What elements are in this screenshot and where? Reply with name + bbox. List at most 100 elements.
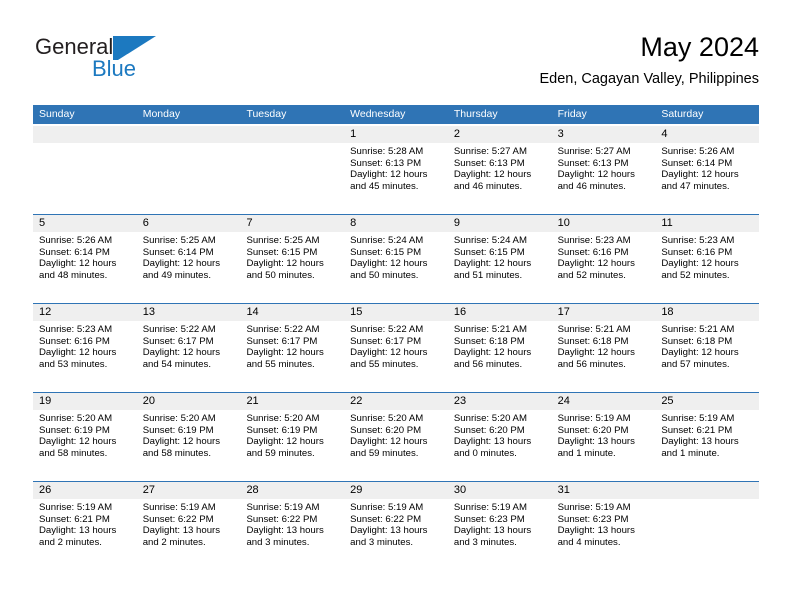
day-cell[interactable]: 25 Sunrise: 5:19 AM Sunset: 6:21 PM Dayl… [655,393,760,481]
daylight-text-line2: and 2 minutes. [39,536,102,548]
day-cell[interactable] [240,126,345,214]
daylight-text-line1: Daylight: 12 hours [350,347,428,359]
sunrise-text: Sunrise: 5:27 AM [557,146,631,157]
daylight-text-line2: and 0 minutes. [453,447,517,459]
day-details: Sunrise: 5:20 AM Sunset: 6:20 PM Dayligh… [344,410,448,459]
day-cell[interactable]: 17 Sunrise: 5:21 AM Sunset: 6:18 PM Dayl… [551,304,656,392]
daylight-text-line1: Daylight: 12 hours [453,169,532,181]
brand-logo[interactable]: General Blue [33,34,233,90]
day-cell[interactable]: 1 Sunrise: 5:28 AM Sunset: 6:13 PM Dayli… [344,126,448,214]
daylight-text-line2: and 52 minutes. [557,269,626,281]
day-number: 2 [447,126,552,143]
day-cell[interactable]: 8 Sunrise: 5:24 AM Sunset: 6:15 PM Dayli… [344,215,448,303]
day-cell[interactable]: 29 Sunrise: 5:19 AM Sunset: 6:22 PM Dayl… [344,482,448,570]
day-cell[interactable]: 7 Sunrise: 5:25 AM Sunset: 6:15 PM Dayli… [240,215,345,303]
day-cell[interactable]: 13 Sunrise: 5:22 AM Sunset: 6:17 PM Dayl… [136,304,241,392]
day-cell[interactable]: 30 Sunrise: 5:19 AM Sunset: 6:23 PM Dayl… [447,482,552,570]
daylight-text-line2: and 3 minutes. [246,536,310,548]
daylight-text-line2: and 53 minutes. [39,358,108,370]
sunset-text: Sunset: 6:16 PM [557,246,629,258]
sunset-text: Sunset: 6:13 PM [350,157,422,169]
day-details: Sunrise: 5:19 AM Sunset: 6:23 PM Dayligh… [552,499,656,548]
day-number: 30 [447,482,552,499]
weekday-header-monday: Monday [142,108,181,120]
day-cell[interactable]: 20 Sunrise: 5:20 AM Sunset: 6:19 PM Dayl… [136,393,241,481]
day-details: Sunrise: 5:19 AM Sunset: 6:21 PM Dayligh… [655,410,759,459]
day-cell[interactable]: 22 Sunrise: 5:20 AM Sunset: 6:20 PM Dayl… [344,393,448,481]
day-cell[interactable]: 18 Sunrise: 5:21 AM Sunset: 6:18 PM Dayl… [655,304,760,392]
sunset-text: Sunset: 6:13 PM [557,157,629,169]
weekday-header-sunday: Sunday [39,108,75,120]
daylight-text-line2: and 57 minutes. [661,358,730,370]
day-cell[interactable] [136,126,241,214]
day-cell[interactable] [655,482,760,570]
daylight-text-line1: Daylight: 12 hours [39,258,117,270]
sunset-text: Sunset: 6:20 PM [350,424,422,436]
day-number: 27 [136,482,241,499]
sunset-text: Sunset: 6:20 PM [453,424,525,436]
day-number [655,482,760,499]
title-block: May 2024 Eden, Cagayan Valley, Philippin… [539,30,759,90]
daylight-text-line2: and 4 minutes. [557,536,621,548]
day-cell[interactable]: 14 Sunrise: 5:22 AM Sunset: 6:17 PM Dayl… [240,304,345,392]
day-number: 28 [240,482,345,499]
daylight-text-line2: and 47 minutes. [661,180,730,192]
day-cell[interactable]: 27 Sunrise: 5:19 AM Sunset: 6:22 PM Dayl… [136,482,241,570]
daylight-text-line2: and 45 minutes. [350,180,419,192]
daylight-text-line1: Daylight: 12 hours [661,169,739,181]
day-number [240,126,345,143]
day-cell[interactable]: 23 Sunrise: 5:20 AM Sunset: 6:20 PM Dayl… [447,393,552,481]
day-cell[interactable]: 16 Sunrise: 5:21 AM Sunset: 6:18 PM Dayl… [447,304,552,392]
day-details: Sunrise: 5:19 AM Sunset: 6:22 PM Dayligh… [240,499,344,548]
daylight-text-line1: Daylight: 12 hours [246,436,324,448]
sunrise-text: Sunrise: 5:20 AM [350,413,424,424]
day-details: Sunrise: 5:25 AM Sunset: 6:15 PM Dayligh… [240,232,344,281]
sunrise-text: Sunrise: 5:20 AM [246,413,320,424]
day-cell[interactable]: 24 Sunrise: 5:19 AM Sunset: 6:20 PM Dayl… [551,393,656,481]
daylight-text-line2: and 3 minutes. [350,536,414,548]
sunrise-text: Sunrise: 5:27 AM [453,146,527,157]
day-cell[interactable]: 19 Sunrise: 5:20 AM Sunset: 6:19 PM Dayl… [33,393,137,481]
day-cell[interactable]: 21 Sunrise: 5:20 AM Sunset: 6:19 PM Dayl… [240,393,345,481]
daylight-text-line2: and 50 minutes. [350,269,419,281]
sunset-text: Sunset: 6:22 PM [246,513,318,525]
calendar-grid: Sunday Monday Tuesday Wednesday Thursday… [33,105,760,570]
day-cell[interactable]: 31 Sunrise: 5:19 AM Sunset: 6:23 PM Dayl… [551,482,656,570]
day-cell[interactable] [33,126,137,214]
sunset-text: Sunset: 6:20 PM [557,424,629,436]
day-cell[interactable]: 3 Sunrise: 5:27 AM Sunset: 6:13 PM Dayli… [551,126,656,214]
sunset-text: Sunset: 6:15 PM [350,246,422,258]
day-details: Sunrise: 5:21 AM Sunset: 6:18 PM Dayligh… [552,321,656,370]
daylight-text-line2: and 46 minutes. [557,180,626,192]
day-number: 22 [344,393,448,410]
day-cell[interactable]: 6 Sunrise: 5:25 AM Sunset: 6:14 PM Dayli… [136,215,241,303]
day-number: 25 [655,393,760,410]
sunset-text: Sunset: 6:14 PM [39,246,110,258]
day-cell[interactable]: 12 Sunrise: 5:23 AM Sunset: 6:16 PM Dayl… [33,304,137,392]
day-cell[interactable]: 2 Sunrise: 5:27 AM Sunset: 6:13 PM Dayli… [447,126,552,214]
daylight-text-line1: Daylight: 12 hours [142,436,221,448]
week-row: 26 Sunrise: 5:19 AM Sunset: 6:21 PM Dayl… [33,481,760,570]
daylight-text-line1: Daylight: 12 hours [142,347,221,359]
sunset-text: Sunset: 6:19 PM [39,424,110,436]
sunset-text: Sunset: 6:15 PM [453,246,525,258]
daylight-text-line1: Daylight: 12 hours [246,347,324,359]
day-cell[interactable]: 5 Sunrise: 5:26 AM Sunset: 6:14 PM Dayli… [33,215,137,303]
day-cell[interactable]: 26 Sunrise: 5:19 AM Sunset: 6:21 PM Dayl… [33,482,137,570]
sunset-text: Sunset: 6:15 PM [246,246,318,258]
day-details: Sunrise: 5:23 AM Sunset: 6:16 PM Dayligh… [552,232,656,281]
day-cell[interactable]: 9 Sunrise: 5:24 AM Sunset: 6:15 PM Dayli… [447,215,552,303]
sunrise-text: Sunrise: 5:19 AM [557,502,631,513]
sunset-text: Sunset: 6:16 PM [661,246,733,258]
day-cell[interactable]: 4 Sunrise: 5:26 AM Sunset: 6:14 PM Dayli… [655,126,760,214]
day-number: 23 [447,393,552,410]
daylight-text-line1: Daylight: 13 hours [246,525,324,537]
day-cell[interactable]: 10 Sunrise: 5:23 AM Sunset: 6:16 PM Dayl… [551,215,656,303]
day-number: 7 [240,215,345,232]
sunset-text: Sunset: 6:17 PM [142,335,214,347]
day-number: 16 [447,304,552,321]
day-cell[interactable]: 28 Sunrise: 5:19 AM Sunset: 6:22 PM Dayl… [240,482,345,570]
day-cell[interactable]: 15 Sunrise: 5:22 AM Sunset: 6:17 PM Dayl… [344,304,448,392]
sunrise-text: Sunrise: 5:26 AM [661,146,735,157]
day-cell[interactable]: 11 Sunrise: 5:23 AM Sunset: 6:16 PM Dayl… [655,215,760,303]
